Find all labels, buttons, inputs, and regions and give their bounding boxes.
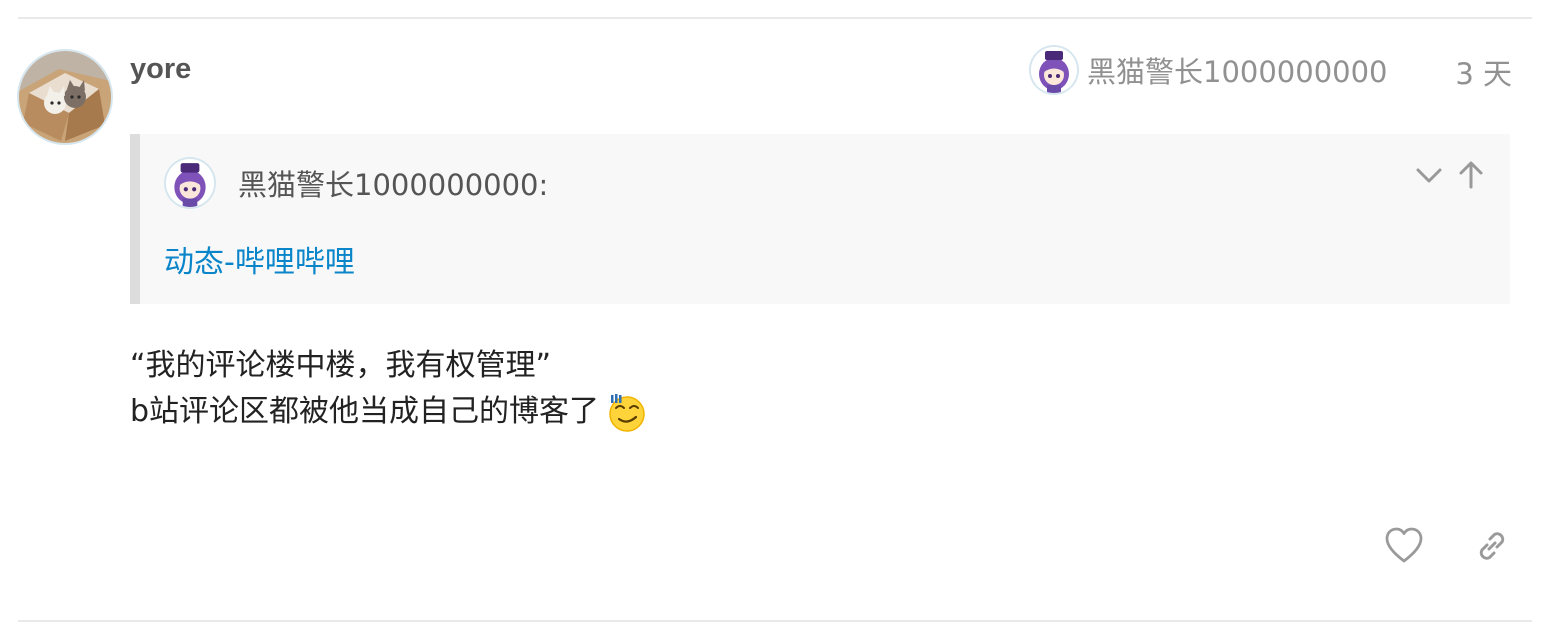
reply-to-username: 黑猫警长1000000000 — [1087, 55, 1388, 89]
post-date[interactable]: 3 天 — [1455, 51, 1512, 93]
quote-block: 黑猫警长1000000000: 动态-哔哩哔哩 — [130, 134, 1510, 304]
smirk-emoji-icon — [609, 394, 645, 432]
post-body-line-1: “我的评论楼中楼，我有权管理” — [130, 348, 552, 383]
expand-quote-button[interactable] — [1414, 160, 1444, 190]
post-body-line-2-text: b站评论区都被他当成自己的博客了 — [130, 394, 600, 429]
post-body-line-2: b站评论区都被他当成自己的博客了 — [130, 389, 647, 435]
like-button[interactable] — [1384, 526, 1424, 566]
link-icon — [1479, 532, 1505, 560]
share-link-button[interactable] — [1472, 526, 1512, 566]
jump-to-post-button[interactable] — [1456, 160, 1486, 190]
arrow-up-icon — [1459, 161, 1483, 189]
reply-to-avatar — [1031, 47, 1077, 93]
quote-link[interactable]: 动态-哔哩哔哩 — [164, 237, 355, 281]
anime-girl-avatar-icon — [166, 159, 214, 207]
quote-author-name: 黑猫警长1000000000: — [238, 168, 549, 202]
post-body: “我的评论楼中楼，我有权管理” b站评论区都被他当成自己的博客了 — [130, 343, 647, 435]
post-author-name[interactable]: yore — [130, 53, 191, 86]
top-divider — [18, 17, 1532, 19]
heart-icon — [1385, 527, 1423, 563]
bottom-divider — [18, 620, 1532, 622]
chevron-down-icon — [1416, 168, 1442, 183]
quote-controls — [1414, 160, 1486, 190]
cats-in-box-avatar-icon — [19, 51, 111, 143]
author-avatar[interactable] — [19, 51, 111, 143]
quote-author-avatar[interactable] — [166, 159, 214, 207]
post-actions — [1384, 526, 1512, 566]
anime-girl-avatar-icon — [1031, 47, 1077, 93]
reply-to-user[interactable]: 黑猫警长1000000000 — [1031, 46, 1388, 94]
quote-header: 黑猫警长1000000000: — [166, 159, 548, 207]
